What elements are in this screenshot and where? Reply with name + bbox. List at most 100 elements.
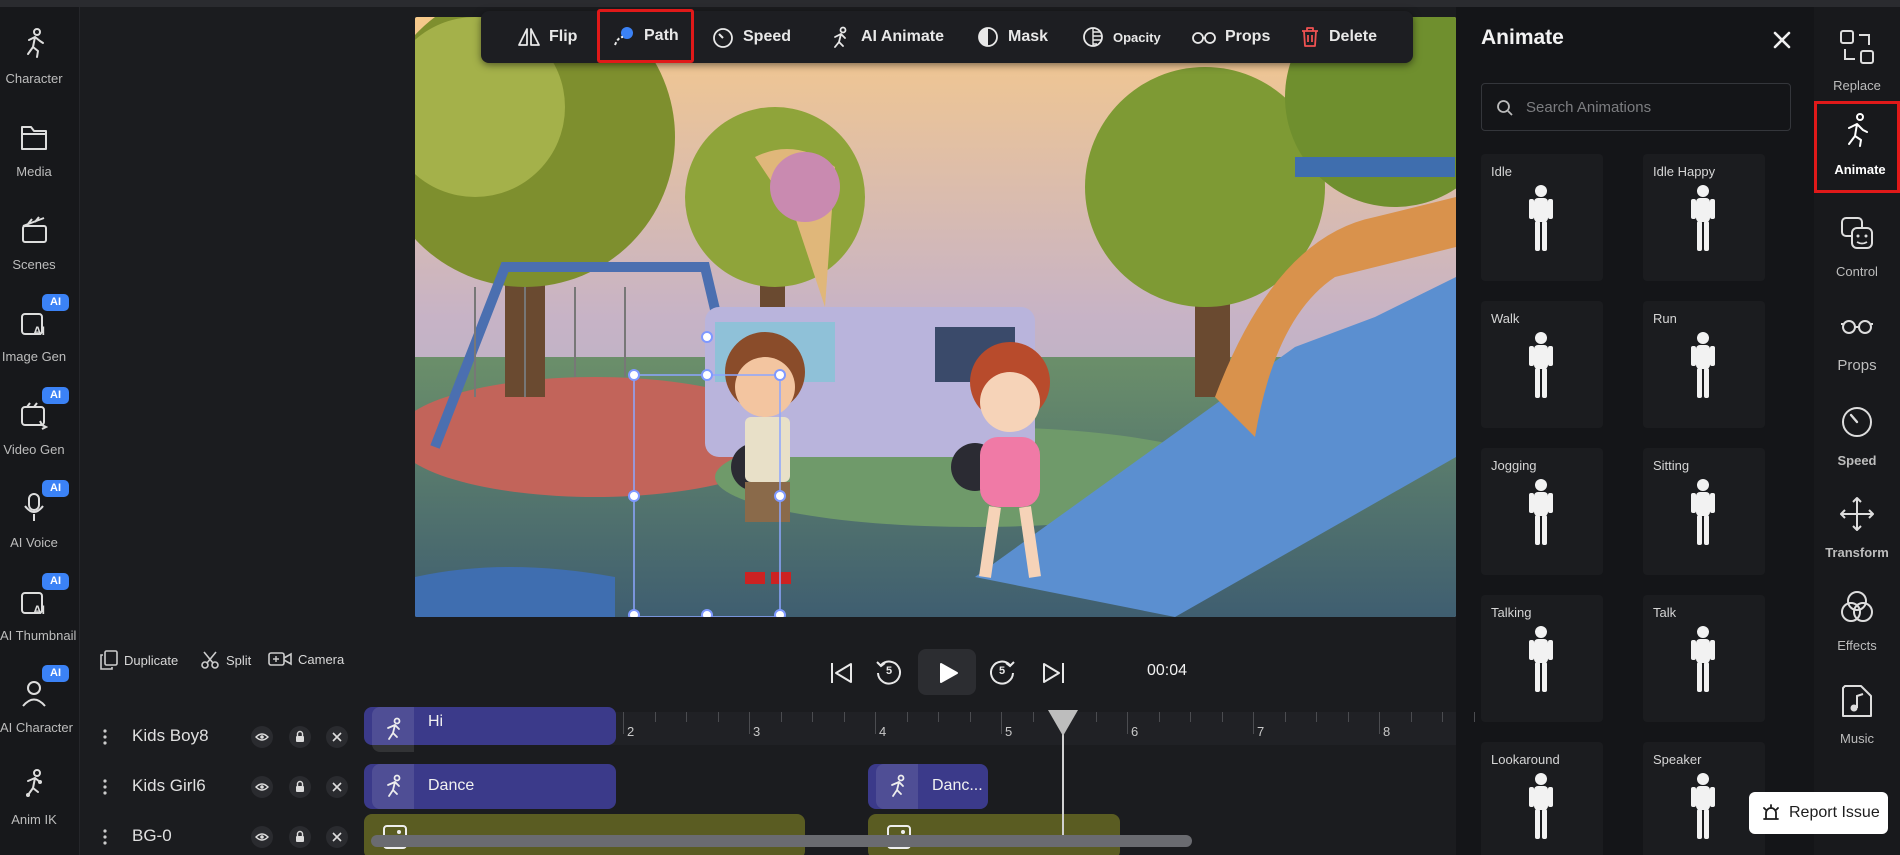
animation-card-talk[interactable]: Talk — [1643, 595, 1765, 722]
rightbar-label: Props — [1837, 357, 1877, 374]
lock-toggle[interactable] — [289, 826, 311, 848]
animation-card-idle[interactable]: Idle — [1481, 154, 1603, 281]
rightbar-item-props[interactable]: Props — [1814, 297, 1900, 387]
visibility-toggle[interactable] — [251, 726, 273, 748]
sidebar-item-label: AI Voice — [10, 535, 58, 550]
more-vertical-icon[interactable] — [102, 828, 108, 846]
report-issue-button[interactable]: Report Issue — [1749, 792, 1888, 834]
rightbar-item-control[interactable]: Control — [1814, 203, 1900, 293]
mask-icon — [978, 27, 998, 47]
folder-icon — [21, 126, 47, 150]
animation-card-run[interactable]: Run — [1643, 301, 1765, 428]
flip-button[interactable]: Flip — [517, 11, 577, 63]
trash-icon — [1302, 27, 1318, 47]
playhead-handle[interactable] — [1048, 710, 1079, 736]
sidebar-item-media[interactable]: Media — [0, 107, 80, 193]
track-row: BG-0 — [80, 812, 371, 855]
animation-card-sitting[interactable]: Sitting — [1643, 448, 1765, 575]
close-icon — [332, 782, 342, 792]
split-button[interactable]: Split — [200, 650, 251, 670]
remove-track-button[interactable] — [326, 776, 348, 798]
animation-card-idle-happy[interactable]: Idle Happy — [1643, 154, 1765, 281]
microphone-icon — [24, 493, 44, 521]
ai-animate-button[interactable]: AI Animate — [829, 11, 944, 63]
animation-name: Sitting — [1653, 458, 1690, 473]
rightbar-item-music[interactable]: Music — [1814, 670, 1900, 760]
sidebar-item-anim-ik[interactable]: Anim IK — [0, 755, 80, 841]
skip-to-start-icon[interactable] — [829, 661, 855, 685]
image-gen-icon: AI — [21, 313, 45, 338]
eye-icon — [255, 833, 269, 841]
forward-5-button[interactable]: 5 — [987, 657, 1017, 687]
visibility-toggle[interactable] — [251, 776, 273, 798]
search-input[interactable] — [1526, 96, 1776, 118]
ruler-minor-tick — [1284, 712, 1286, 722]
ruler-minor-tick — [780, 712, 782, 722]
play-button[interactable] — [918, 649, 976, 695]
duplicate-button[interactable]: Duplicate — [100, 650, 178, 670]
speed-button[interactable]: Speed — [711, 11, 791, 63]
replace-icon — [1840, 30, 1874, 64]
animation-card-walk[interactable]: Walk — [1481, 301, 1603, 428]
sidebar-item-video-gen[interactable]: AI Video Gen — [0, 385, 80, 471]
sidebar-item-ai-character[interactable]: AI AI Character — [0, 663, 80, 749]
delete-button[interactable]: Delete — [1299, 11, 1377, 63]
sidebar-item-label: AI Character — [0, 720, 73, 735]
path-button[interactable]: Path — [597, 9, 694, 63]
visibility-toggle[interactable] — [251, 826, 273, 848]
opacity-button[interactable]: Opacity — [1081, 11, 1161, 63]
timeline-clip[interactable]: Hi — [364, 707, 616, 752]
more-vertical-icon[interactable] — [102, 728, 108, 746]
remove-track-button[interactable] — [326, 826, 348, 848]
sidebar-item-ai-voice[interactable]: AI AI Voice — [0, 478, 80, 564]
figure-silhouette-icon — [1529, 479, 1553, 545]
rightbar-item-animate[interactable]: Animate — [1814, 101, 1900, 193]
clip-label: Hi — [428, 713, 444, 730]
animate-icon — [891, 774, 905, 797]
mask-button[interactable]: Mask — [976, 11, 1048, 63]
ruler-tick-label: 4 — [879, 724, 887, 739]
close-icon[interactable] — [1767, 25, 1797, 55]
figure-silhouette-icon — [1529, 773, 1553, 839]
lock-toggle[interactable] — [289, 726, 311, 748]
anim-ik-icon — [26, 769, 42, 797]
rightbar-item-replace[interactable]: Replace — [1814, 17, 1900, 107]
ruler-tick — [623, 712, 624, 734]
timeline-scrollbar[interactable] — [371, 835, 1192, 847]
animation-name: Idle Happy — [1653, 164, 1716, 179]
sidebar-item-character[interactable]: Character — [0, 14, 80, 100]
scene-canvas[interactable] — [415, 17, 1456, 617]
animation-name: Speaker — [1653, 752, 1702, 767]
animation-card-speaker[interactable]: Speaker — [1643, 742, 1765, 855]
animation-card-lookaround[interactable]: Lookaround — [1481, 742, 1603, 855]
rewind-5-button[interactable]: 5 — [874, 657, 904, 687]
animation-card-talking[interactable]: Talking — [1481, 595, 1603, 722]
remove-track-button[interactable] — [326, 726, 348, 748]
ruler-minor-tick — [717, 712, 719, 722]
rightbar-item-transform[interactable]: Transform — [1814, 484, 1900, 574]
props-button[interactable]: Props — [1191, 11, 1270, 63]
timeline-clip[interactable]: Dance — [364, 764, 616, 809]
rightbar-item-effects[interactable]: Effects — [1814, 577, 1900, 667]
ruler-tick-label: 8 — [1383, 724, 1391, 739]
sidebar-item-scenes[interactable]: Scenes — [0, 200, 80, 286]
search-icon — [1497, 100, 1513, 116]
left-sidebar: Character Media Scenes AI AI Image Gen A… — [0, 7, 80, 855]
ai-character-icon — [22, 681, 46, 707]
props-label: Props — [1225, 28, 1271, 45]
glasses-icon — [1841, 320, 1873, 334]
lock-toggle[interactable] — [289, 776, 311, 798]
timeline-clip[interactable]: Danc... — [868, 764, 988, 809]
figure-silhouette-icon — [1529, 626, 1553, 692]
sidebar-item-ai-thumbnail[interactable]: AI AI AI Thumbnail — [0, 571, 80, 657]
camera-button[interactable]: Camera — [268, 650, 344, 668]
svg-text:AI: AI — [33, 603, 45, 617]
rightbar-item-speed[interactable]: Speed — [1814, 392, 1900, 482]
playhead[interactable] — [1048, 710, 1079, 840]
sidebar-item-image-gen[interactable]: AI AI Image Gen — [0, 292, 80, 378]
more-vertical-icon[interactable] — [102, 778, 108, 796]
animation-card-jogging[interactable]: Jogging — [1481, 448, 1603, 575]
delete-label: Delete — [1329, 28, 1378, 45]
ruler-minor-tick — [1032, 712, 1034, 722]
skip-to-end-icon[interactable] — [1040, 661, 1066, 685]
